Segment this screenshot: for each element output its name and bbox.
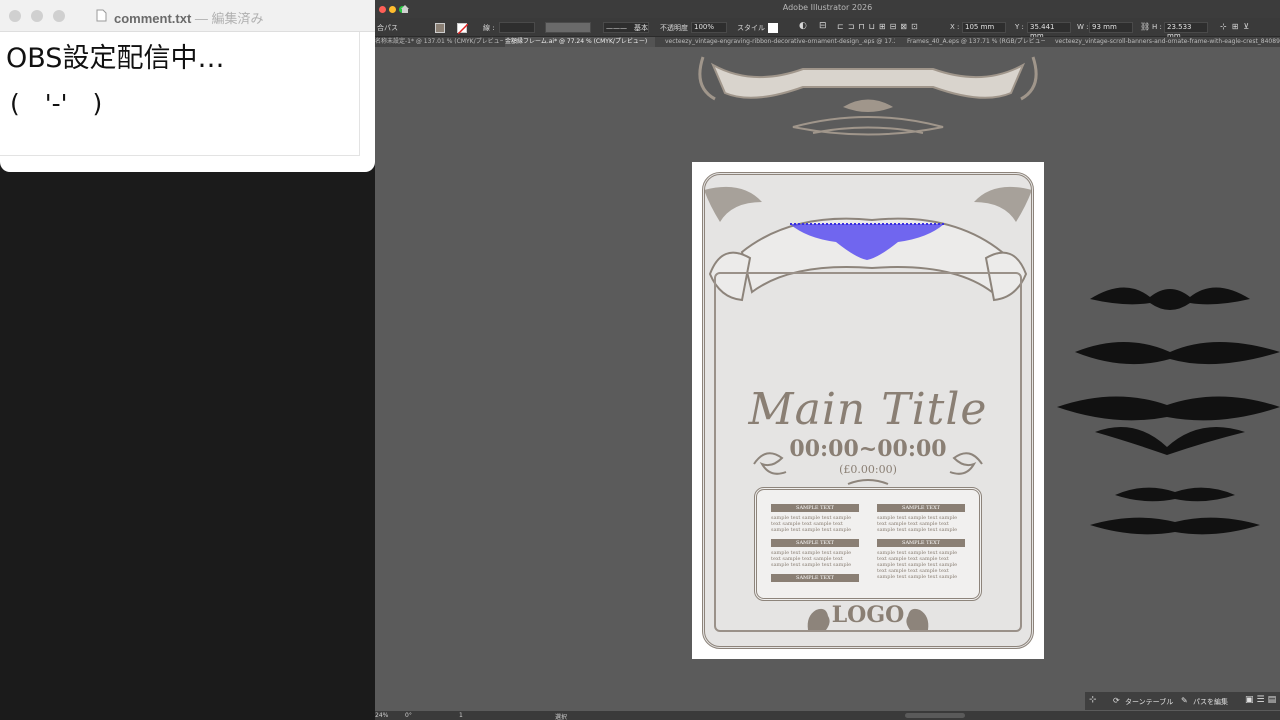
edit-path-icon[interactable]: ✎ xyxy=(1181,696,1188,705)
sample-text-4c: sample text sample text sample xyxy=(877,527,958,533)
comment-line-2[interactable]: ( '-' ) xyxy=(10,84,102,120)
turntable-icon[interactable]: ⟳ xyxy=(1113,696,1120,705)
app-title: Adobe Illustrator 2026 xyxy=(782,3,873,12)
opacity-label: 不透明度 : xyxy=(660,24,693,32)
h-label: H : xyxy=(1152,23,1162,31)
stroke-style-label: 基本 xyxy=(634,24,648,32)
align-to-icon[interactable]: ⊟ xyxy=(819,21,827,31)
align-icons[interactable]: ⊏⊐⊓⊔⊞⊟⊠⊡ xyxy=(837,22,922,31)
x-field[interactable]: 105 mm xyxy=(962,22,1006,33)
decorative-flourish-ornaments[interactable] xyxy=(1055,277,1280,552)
x-label: X : xyxy=(950,23,960,31)
tab-document-2[interactable]: 金額縁フレーム.ai* @ 77.24 % (CMYK/プレビュー) xyxy=(505,37,655,47)
turntable-button[interactable]: ターンテーブル xyxy=(1125,697,1173,707)
properties-quick-bar: ⊹ ⟳ ターンテーブル ✎ パスを編集 ▣☰▤ xyxy=(1085,692,1280,710)
stroke-style-line: ——— xyxy=(606,24,627,32)
control-bar: 合パス 線 : ——— 基本 不透明度 : 100% スタイル : ◐ ⊟ ⊏⊐… xyxy=(375,18,1280,40)
sample-heading-5: SAMPLE TEXT xyxy=(877,539,965,547)
graphic-style-swatch[interactable] xyxy=(768,23,778,33)
sample-text-5e: sample text sample text sample xyxy=(877,574,958,580)
document-icon xyxy=(96,9,107,22)
selected-path-anchor-points[interactable] xyxy=(788,218,946,262)
path-type-label: 合パス xyxy=(377,24,398,32)
filename: comment.txt xyxy=(114,11,192,26)
sample-heading-3: SAMPLE TEXT xyxy=(771,574,859,582)
variable-width-field[interactable] xyxy=(545,22,591,33)
link-proportions-icon[interactable]: ⛓ xyxy=(1140,22,1150,31)
stroke-weight-field[interactable] xyxy=(499,22,535,33)
tab-document-4[interactable]: Frames_40_A.eps @ 137.71 % (RGB/プレビュー) xyxy=(907,37,1045,47)
current-tool: 選択 xyxy=(555,714,568,720)
sample-heading-2: SAMPLE TEXT xyxy=(771,539,859,547)
transform-icons[interactable]: ⊹⊞⊻ xyxy=(1220,22,1254,31)
sample-heading-1: SAMPLE TEXT xyxy=(771,504,859,512)
comment-line-1[interactable]: OBS設定配信中… xyxy=(6,36,224,75)
artboard[interactable]: Main Title 00:00~00:00 (£0.00:00) SAMPLE… xyxy=(692,162,1044,659)
textedit-window: comment.txt — 編集済み OBS設定配信中… ( '-' ) xyxy=(0,0,375,172)
w-field[interactable]: 93 mm xyxy=(1089,22,1133,33)
tab-document-3[interactable]: vecteezy_vintage-engraving-ribbon-decora… xyxy=(665,37,895,47)
illustrator-window: Adobe Illustrator 2026 合パス 線 : ——— 基本 不透… xyxy=(375,0,1280,720)
edited-status: — 編集済み xyxy=(194,11,264,26)
close-button[interactable] xyxy=(9,10,21,22)
brush-definition-field[interactable]: ——— 基本 xyxy=(603,22,649,33)
window-title: comment.txt — 編集済み xyxy=(114,8,264,27)
tab-document-5[interactable]: vecteezy_vintage-scroll-banners-and-orna… xyxy=(1055,37,1280,47)
status-bar: 24% 0° 1 選択 xyxy=(375,711,1280,720)
info-box: SAMPLE TEXT sample text sample text samp… xyxy=(754,487,982,601)
sample-text-2c: sample text sample text sample xyxy=(771,562,852,568)
zoom-level[interactable]: 24% xyxy=(375,712,388,719)
y-label: Y : xyxy=(1015,23,1024,31)
illustrator-titlebar: Adobe Illustrator 2026 xyxy=(375,0,1280,18)
ribbon-banner-ornament[interactable] xyxy=(693,47,1043,147)
sample-heading-4: SAMPLE TEXT xyxy=(877,504,965,512)
edit-path-button[interactable]: パスを編集 xyxy=(1193,697,1228,707)
horizontal-scrollbar[interactable] xyxy=(905,713,965,718)
textedit-titlebar: comment.txt — 編集済み xyxy=(0,0,375,32)
main-title[interactable]: Main Title xyxy=(692,384,1044,435)
style-label: スタイル : xyxy=(737,24,770,32)
artboard-number[interactable]: 1 xyxy=(459,712,463,719)
sample-text-1c: sample text sample text sample xyxy=(771,527,852,533)
logo-text[interactable]: LOGO xyxy=(692,602,1044,628)
artboard-tool-icon[interactable]: ⊹ xyxy=(1089,695,1097,705)
fill-swatch[interactable] xyxy=(435,23,445,33)
tab-document-1[interactable]: 名称未設定-1* @ 137.01 % (CMYK/プレビュー) xyxy=(375,37,503,47)
y-field[interactable]: 35.441 mm xyxy=(1027,22,1071,40)
h-field[interactable]: 23.533 mm xyxy=(1164,22,1208,40)
stroke-label: 線 : xyxy=(483,24,495,32)
w-label: W : xyxy=(1077,23,1089,31)
document-tabs: 名称未設定-1* @ 137.01 % (CMYK/プレビュー) 金額縁フレーム… xyxy=(375,37,1280,47)
recolor-icon[interactable]: ◐ xyxy=(799,21,807,31)
rotation-angle[interactable]: 0° xyxy=(405,712,412,719)
no-stroke-icon xyxy=(457,23,469,35)
view-mode-icons[interactable]: ▣☰▤ xyxy=(1245,695,1279,705)
zoom-button[interactable] xyxy=(53,10,65,22)
minimize-button[interactable] xyxy=(31,10,43,22)
title-flourish-ornaments xyxy=(753,452,983,485)
stroke-swatch[interactable] xyxy=(457,23,469,35)
opacity-field[interactable]: 100% xyxy=(691,22,727,33)
